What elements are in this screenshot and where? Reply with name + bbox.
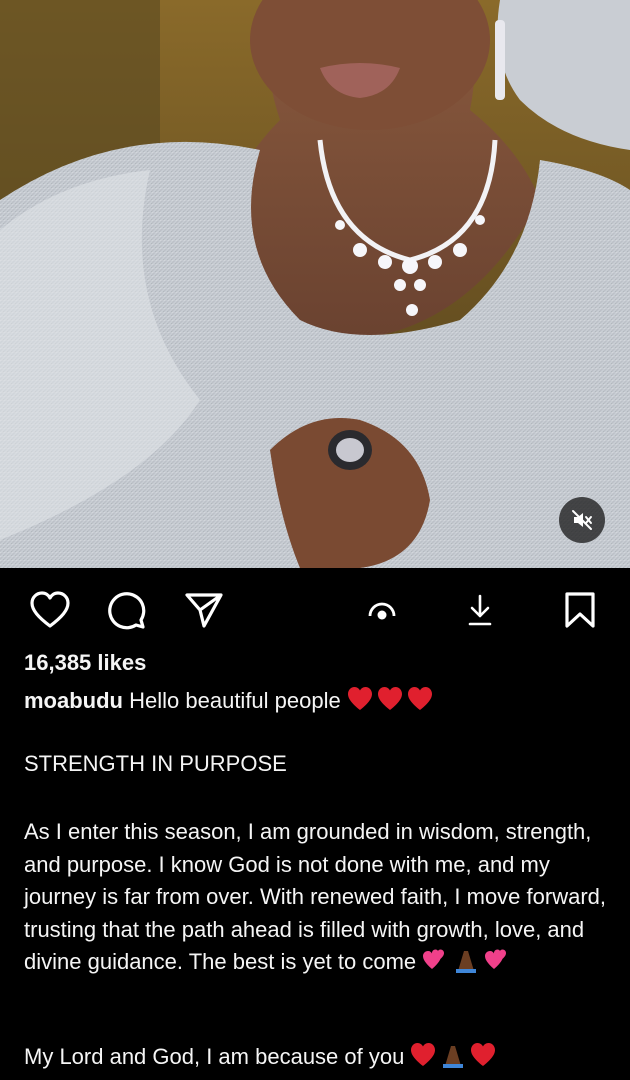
heart-emojis: [347, 686, 433, 718]
caption-heading: STRENGTH IN PURPOSE: [24, 751, 287, 776]
caption-first-line: moabudu Hello beautiful people: [24, 686, 433, 718]
post-photo: [0, 0, 630, 568]
red-hearts-icon: [347, 687, 432, 710]
heart-icon: [30, 591, 70, 628]
post-action-bar: [0, 568, 630, 652]
speaker-muted-icon: [572, 510, 592, 530]
comment-icon: [108, 592, 146, 630]
caption-closing-text: My Lord and God, I am because of you: [24, 1044, 405, 1069]
send-icon: [185, 593, 223, 628]
carousel-indicator: [360, 592, 404, 628]
download-icon: [468, 594, 492, 626]
like-button[interactable]: [28, 588, 72, 632]
carousel-dots-icon: [368, 602, 396, 620]
caption-username[interactable]: moabudu: [24, 688, 123, 713]
caption-body-text: As I enter this season, I am grounded in…: [24, 819, 607, 974]
heart-praying-hands-heart-icon: [411, 1043, 496, 1068]
bookmark-icon: [565, 592, 595, 628]
save-button[interactable]: [558, 588, 602, 632]
hearts-praying-hands-icon: [423, 949, 507, 973]
caption-body: As I enter this season, I am grounded in…: [24, 816, 614, 983]
likes-count[interactable]: 16,385 likes: [24, 650, 146, 676]
closing-emojis: [410, 1042, 496, 1074]
caption-closing-line: My Lord and God, I am because of you: [24, 1042, 496, 1074]
body-emojis: [422, 947, 508, 983]
post-media[interactable]: [0, 0, 630, 568]
share-button[interactable]: [182, 588, 226, 632]
caption-greeting: Hello beautiful people: [129, 688, 341, 713]
comment-button[interactable]: [104, 588, 148, 632]
mute-button[interactable]: [559, 497, 605, 543]
download-button[interactable]: [458, 588, 502, 632]
